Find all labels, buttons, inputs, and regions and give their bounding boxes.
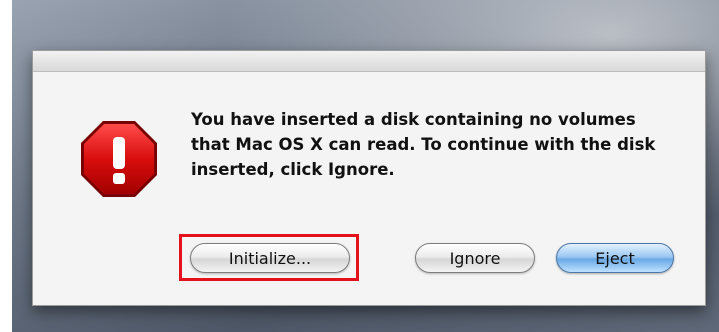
stop-icon — [77, 117, 161, 201]
alert-dialog: You have inserted a disk containing no v… — [32, 50, 706, 306]
screen-edge — [0, 0, 12, 332]
highlight-box — [179, 234, 359, 281]
eject-button[interactable]: Eject — [556, 243, 674, 273]
dialog-titlebar — [33, 51, 705, 72]
alert-message: You have inserted a disk containing no v… — [191, 110, 656, 179]
ignore-button[interactable]: Ignore — [415, 243, 535, 273]
